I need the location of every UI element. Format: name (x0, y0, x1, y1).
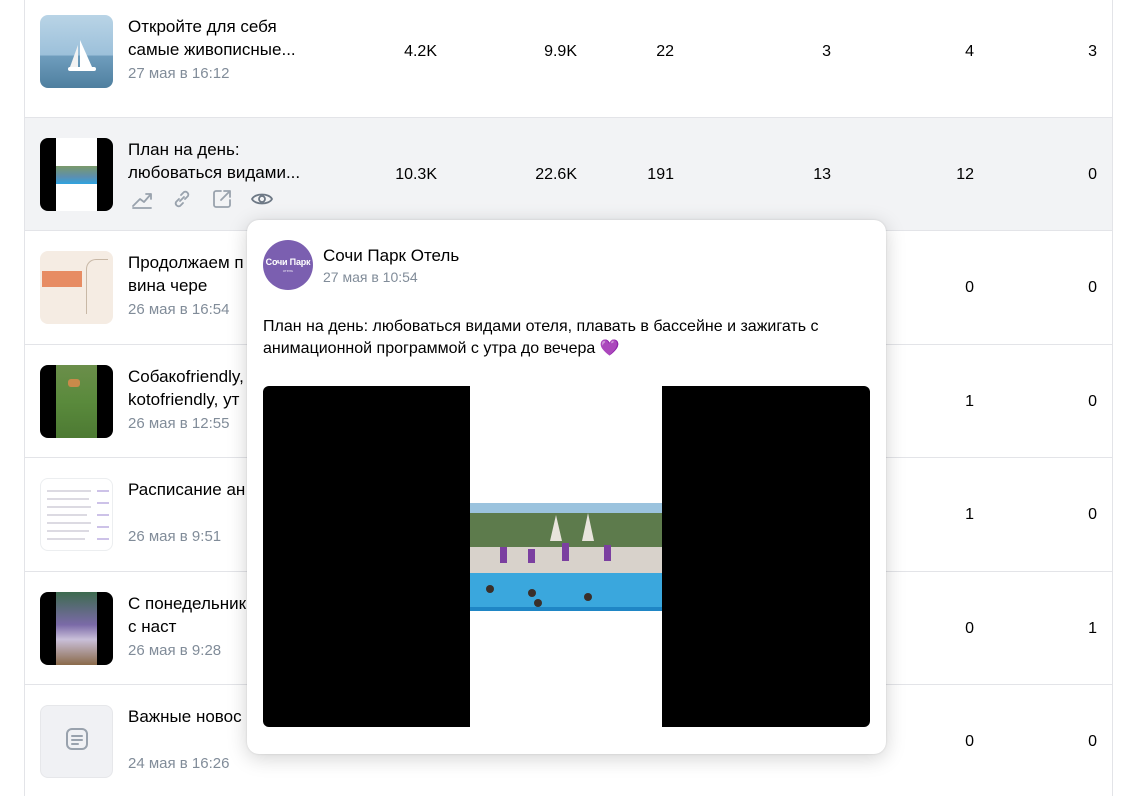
post-date: 26 мая в 16:54 (128, 301, 230, 318)
post-thumbnail (40, 592, 113, 665)
avatar-subtext: отель (282, 268, 294, 273)
stat-value: 1 (965, 393, 974, 410)
stat-value: 1 (965, 506, 974, 523)
avatar[interactable]: Сочи Парк отель (263, 240, 313, 290)
stat-value: 10.3K (395, 166, 437, 183)
post-thumbnail (40, 138, 113, 211)
post-thumbnail (40, 15, 113, 88)
pool-video-frame (470, 503, 662, 611)
stat-value: 3 (1088, 43, 1097, 60)
link-icon[interactable] (169, 186, 195, 212)
stat-value: 22.6K (535, 166, 577, 183)
stat-value: 4.2K (404, 43, 437, 60)
stat-value: 0 (965, 279, 974, 296)
author-name[interactable]: Сочи Парк Отель (323, 246, 459, 266)
post-date: 26 мая в 9:51 (128, 528, 222, 545)
stat-value: 0 (1088, 506, 1097, 523)
stat-value: 0 (1088, 733, 1097, 750)
row-actions (129, 186, 275, 212)
post-preview-popup: Сочи Парк отель Сочи Парк Отель 27 мая в… (247, 220, 886, 754)
post-date: 26 мая в 9:28 (128, 642, 222, 659)
table-row[interactable]: Откройте для себя самые живописные... 27… (25, 0, 1112, 107)
video-preview[interactable] (263, 386, 870, 727)
post-thumbnail (40, 705, 113, 778)
stat-value: 1 (1088, 620, 1097, 637)
stat-value: 0 (1088, 166, 1097, 183)
stat-value: 22 (656, 43, 674, 60)
stat-value: 0 (965, 620, 974, 637)
post-title[interactable]: План на день: любоваться видами... (128, 138, 318, 184)
post-text: План на день: любоваться видами отеля, п… (263, 318, 819, 357)
post-date: 24 мая в 16:26 (128, 755, 230, 772)
stat-value: 13 (813, 166, 831, 183)
stats-icon[interactable] (129, 186, 155, 212)
post-thumbnail (40, 251, 113, 324)
post-date: 26 мая в 12:55 (128, 415, 230, 432)
stat-value: 9.9K (544, 43, 577, 60)
stat-value: 0 (965, 733, 974, 750)
eye-icon[interactable] (249, 186, 275, 212)
stat-value: 4 (965, 43, 974, 60)
avatar-text: Сочи Парк (265, 257, 311, 267)
table-row[interactable]: План на день: любоваться видами... 10.3K… (25, 117, 1112, 230)
post-date: 27 мая в 16:12 (128, 65, 230, 82)
external-link-icon[interactable] (209, 186, 235, 212)
document-icon (64, 726, 90, 757)
post-thumbnail (40, 478, 113, 551)
stat-value: 0 (1088, 279, 1097, 296)
post-thumbnail (40, 365, 113, 438)
sailboat-image (68, 40, 96, 71)
post-title[interactable]: Откройте для себя самые живописные... (128, 15, 318, 61)
stat-value: 12 (956, 166, 974, 183)
stat-value: 0 (1088, 393, 1097, 410)
stat-value: 191 (647, 166, 674, 183)
post-date: 27 мая в 10:54 (323, 269, 418, 285)
stat-value: 3 (822, 43, 831, 60)
